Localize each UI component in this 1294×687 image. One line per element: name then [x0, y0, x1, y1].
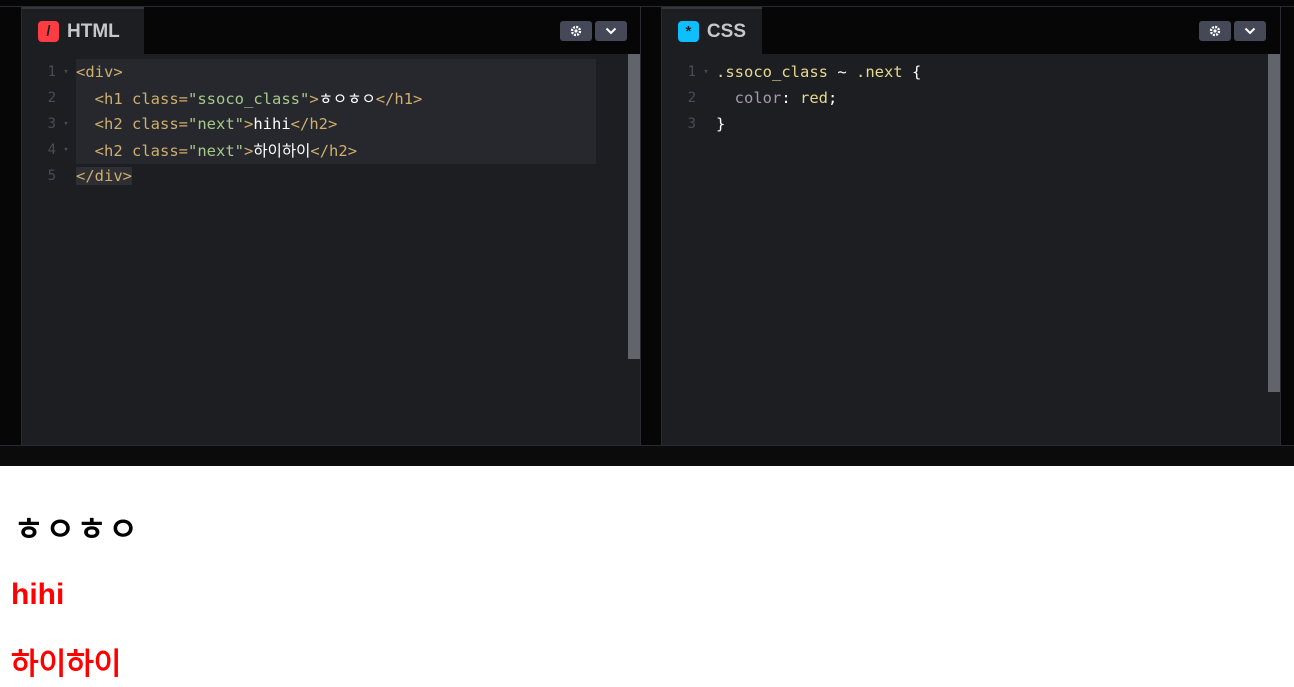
html-collapse-button[interactable]	[595, 21, 627, 41]
line-number: 3	[687, 116, 696, 132]
css-collapse-button[interactable]	[1234, 21, 1266, 41]
fold-arrow-icon[interactable]: ▾	[56, 119, 76, 129]
editor-area: / HTML 1 ▾ <div> 2 <h1 class="ssoco_clas…	[0, 0, 1294, 466]
code-text: </div>	[76, 167, 132, 185]
css-scrollbar[interactable]	[1268, 54, 1280, 392]
html-slash-icon: /	[38, 21, 59, 42]
code-text: }	[716, 115, 726, 133]
code-text: <div>	[76, 63, 123, 81]
html-settings-button[interactable]	[560, 21, 592, 41]
gear-icon	[570, 25, 582, 37]
html-code-editor[interactable]: 1 ▾ <div> 2 <h1 class="ssoco_class">ㅎㅇㅎㅇ…	[22, 54, 640, 445]
line-number: 4	[47, 142, 56, 158]
line-number: 1	[47, 64, 56, 80]
css-tab[interactable]: * CSS	[662, 7, 762, 54]
code-line: 1 ▾ <div>	[22, 59, 640, 85]
result-heading-1: ㅎㅇㅎㅇ	[14, 511, 140, 547]
fold-arrow-icon[interactable]: ▾	[56, 145, 76, 155]
code-text: <h1 class="ssoco_class">ㅎㅇㅎㅇ</h1>	[94, 90, 423, 108]
html-tab[interactable]: / HTML	[22, 7, 144, 54]
css-code-editor[interactable]: 1 ▾ .ssoco_class ~ .next { 2 color: red;…	[662, 54, 1280, 445]
result-preview: ㅎㅇㅎㅇ hihi 하이하이	[0, 466, 1294, 687]
code-line: 4 ▾ <h2 class="next">하이하이</h2>	[22, 137, 640, 163]
fold-arrow-icon[interactable]: ▾	[56, 67, 76, 77]
code-text: <h2 class="next">hihi</h2>	[94, 115, 338, 133]
line-number: 2	[47, 90, 56, 106]
result-heading-2-korean: 하이하이	[11, 648, 122, 681]
css-settings-button[interactable]	[1199, 21, 1231, 41]
code-line: 1 ▾ .ssoco_class ~ .next {	[662, 59, 1280, 85]
code-line: 2 <h1 class="ssoco_class">ㅎㅇㅎㅇ</h1>	[22, 85, 640, 111]
html-editor-pane: / HTML 1 ▾ <div> 2 <h1 class="ssoco_clas…	[21, 7, 641, 445]
css-tab-label: CSS	[706, 20, 746, 42]
code-text: .ssoco_class ~ .next {	[716, 63, 922, 81]
html-tab-label: HTML	[67, 20, 120, 42]
css-asterisk-icon: *	[678, 21, 699, 42]
code-text: <h2 class="next">하이하이</h2>	[94, 142, 358, 160]
code-line: 3 ▾ <h2 class="next">hihi</h2>	[22, 111, 640, 137]
code-line: 2 color: red;	[662, 85, 1280, 111]
css-pane-header: * CSS	[662, 7, 1280, 54]
line-number: 2	[687, 90, 696, 106]
chevron-down-icon	[1244, 27, 1256, 35]
line-number: 5	[47, 168, 56, 184]
resize-bar[interactable]	[0, 445, 1294, 466]
html-pane-header: / HTML	[22, 7, 640, 54]
line-number: 1	[687, 64, 696, 80]
code-line: 5 </div>	[22, 163, 640, 189]
code-text: color: red;	[734, 89, 838, 107]
html-scrollbar[interactable]	[628, 54, 640, 359]
css-editor-pane: * CSS 1 ▾ .ssoco_class ~ .next {2 color…	[661, 7, 1281, 445]
gear-icon	[1209, 25, 1221, 37]
code-line: 3 }	[662, 111, 1280, 137]
line-number: 3	[47, 116, 56, 132]
chevron-down-icon	[605, 27, 617, 35]
result-heading-2-hihi: hihi	[11, 578, 65, 611]
fold-arrow-icon[interactable]: ▾	[696, 67, 716, 77]
